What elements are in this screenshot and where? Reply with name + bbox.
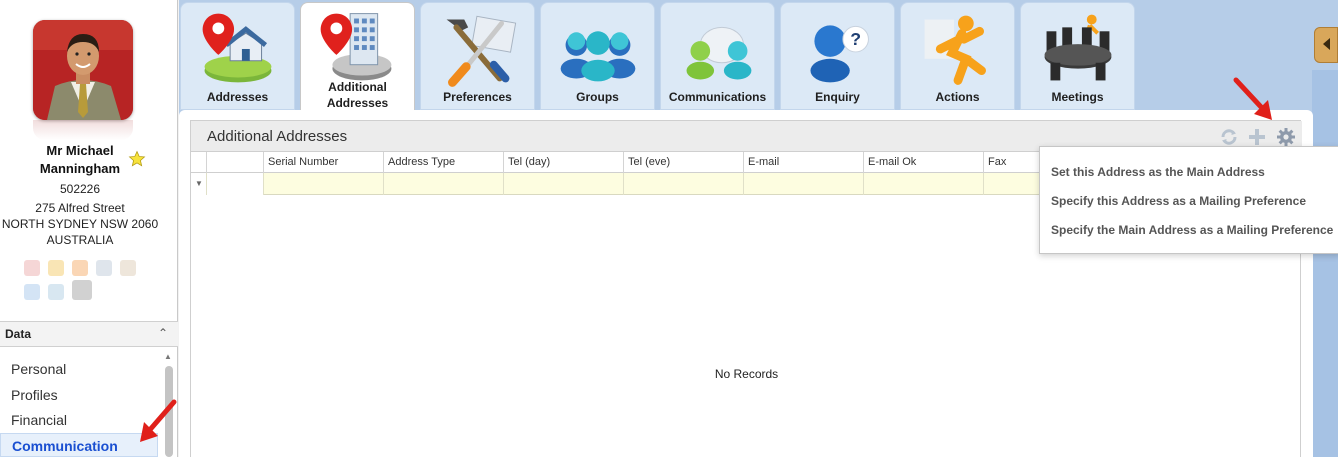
- running-person-icon: [924, 15, 986, 85]
- settings-dropdown-menu: Set this Address as the Main Address Spe…: [1039, 146, 1338, 254]
- tab-label: Communications: [668, 90, 767, 104]
- filter-address-type[interactable]: [384, 173, 504, 195]
- data-section-title: Data: [5, 327, 32, 341]
- contact-id: 502226: [59, 182, 101, 196]
- tab-enquiry[interactable]: ? Enquiry: [780, 2, 895, 110]
- status-star-icon: [48, 260, 64, 276]
- tab-preferences[interactable]: Preferences: [420, 2, 535, 110]
- additional-address-building-icon: [320, 13, 392, 81]
- column-address-type[interactable]: Address Type: [384, 152, 504, 173]
- grid-indicator-column: [191, 152, 207, 173]
- data-section-header[interactable]: Data ⌃: [0, 321, 178, 347]
- tab-communications[interactable]: Communications: [660, 2, 775, 110]
- status-icons: [24, 260, 144, 304]
- side-panel-toggle[interactable]: [1314, 27, 1338, 63]
- settings-gear-icon[interactable]: [1276, 127, 1296, 147]
- nav-item-personal[interactable]: Personal: [0, 357, 158, 381]
- column-tel-eve[interactable]: Tel (eve): [624, 152, 744, 173]
- column-email[interactable]: E-mail: [744, 152, 864, 173]
- menu-item-set-main-address[interactable]: Set this Address as the Main Address: [1051, 165, 1265, 179]
- tab-groups[interactable]: Groups: [540, 2, 655, 110]
- column-email-ok[interactable]: E-mail Ok: [864, 152, 984, 173]
- favourite-star-icon[interactable]: [128, 150, 146, 168]
- status-handshake-icon: [120, 260, 136, 276]
- filter-email[interactable]: [744, 173, 864, 195]
- annotation-arrow-icon: [1233, 77, 1272, 120]
- nav-item-communication[interactable]: Communication: [0, 433, 158, 457]
- status-group-icon: [48, 284, 64, 300]
- scroll-up-icon[interactable]: ▲: [164, 352, 172, 361]
- tab-label: Addresses: [206, 90, 269, 104]
- status-icon: [96, 260, 112, 276]
- address-country: AUSTRALIA: [46, 233, 114, 247]
- address-city: NORTH SYDNEY NSW 2060: [1, 217, 159, 231]
- collapse-chevron-icon[interactable]: ⌃: [158, 326, 168, 340]
- column-tel-day[interactable]: Tel (day): [504, 152, 624, 173]
- add-icon[interactable]: [1247, 127, 1267, 147]
- communications-people-icon: [686, 26, 752, 80]
- nav-item-financial[interactable]: Financial: [0, 408, 158, 432]
- address-pin-house-icon: [202, 13, 272, 83]
- contact-name: Mr Michael Manningham: [39, 143, 121, 176]
- enquiry-person-question-icon: ?: [810, 25, 869, 83]
- contact-sidebar: Mr Michael Manningham 502226 275 Alfred …: [0, 0, 178, 457]
- meeting-table-icon: [1044, 14, 1112, 81]
- filter-cell: [207, 173, 264, 195]
- avatar-reflection: [33, 120, 133, 140]
- collapse-left-icon: [1323, 38, 1330, 50]
- menu-item-main-address-mailing-preference[interactable]: Specify the Main Address as a Mailing Pr…: [1051, 223, 1333, 237]
- tab-addresses[interactable]: Addresses: [180, 2, 295, 110]
- contact-avatar: [33, 20, 133, 120]
- refresh-icon[interactable]: [1219, 127, 1239, 147]
- filter-icon: ▼: [195, 179, 203, 188]
- status-icon: [24, 260, 40, 276]
- filter-serial-number[interactable]: [264, 173, 384, 195]
- filter-email-ok[interactable]: [864, 173, 984, 195]
- filter-tel-eve[interactable]: [624, 173, 744, 195]
- status-card-icon: [24, 284, 40, 300]
- right-edge-strip: [1312, 70, 1338, 457]
- filter-tel-day[interactable]: [504, 173, 624, 195]
- menu-item-address-mailing-preference[interactable]: Specify this Address as a Mailing Prefer…: [1051, 194, 1306, 208]
- column-serial-number[interactable]: Serial Number: [264, 152, 384, 173]
- nav-item-profiles[interactable]: Profiles: [0, 383, 158, 407]
- tools-icon: [446, 15, 517, 87]
- tab-actions[interactable]: Actions: [900, 2, 1015, 110]
- status-warning-icon: [72, 260, 88, 276]
- annotation-arrow-icon: [140, 399, 177, 442]
- grid-select-column: [207, 152, 264, 173]
- group-people-icon: [560, 31, 636, 82]
- tab-label: Additional Addresses: [326, 80, 389, 110]
- svg-text:?: ?: [850, 29, 861, 49]
- tab-label: Preferences: [443, 90, 512, 104]
- panel-title: Additional Addresses: [207, 128, 348, 145]
- address-street: 275 Alfred Street: [35, 201, 125, 215]
- status-person-icon: [72, 280, 92, 300]
- tab-label: Actions: [935, 90, 980, 104]
- filter-indicator: ▼: [191, 173, 207, 195]
- tab-label: Enquiry: [815, 90, 860, 104]
- tab-label: Groups: [576, 90, 619, 104]
- tab-label: Meetings: [1051, 90, 1104, 104]
- tab-additional-addresses[interactable]: Additional Addresses: [300, 2, 415, 112]
- tab-meetings[interactable]: Meetings: [1020, 2, 1135, 110]
- empty-state-text: No Records: [714, 367, 779, 381]
